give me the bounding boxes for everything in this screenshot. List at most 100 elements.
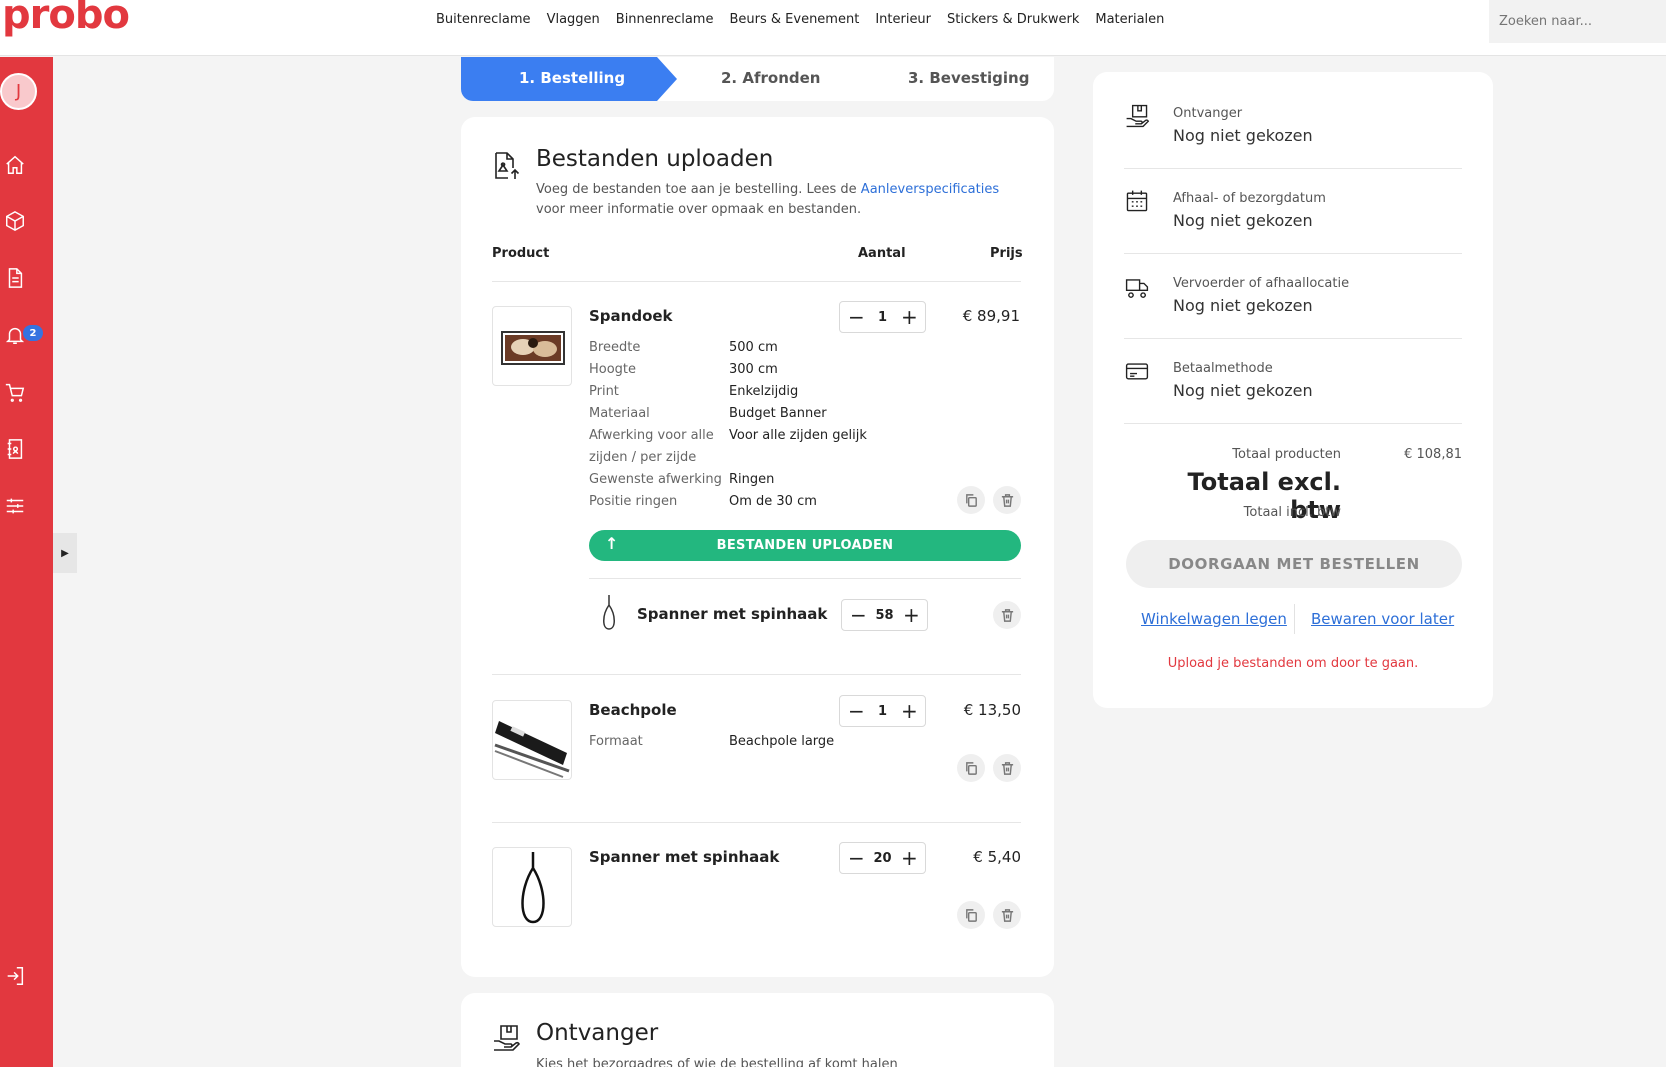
step-bestelling[interactable]: 1. Bestelling — [519, 69, 625, 87]
quantity-value[interactable]: 1 — [878, 310, 887, 325]
product-thumbnail-spanner[interactable] — [492, 847, 572, 927]
upload-desc-text: Voeg de bestanden toe aan je bestelling.… — [536, 182, 861, 197]
decrease-button[interactable]: − — [848, 701, 865, 721]
trash-icon — [1001, 908, 1013, 922]
upload-files-button[interactable]: ↑ BESTANDEN UPLOADEN — [589, 530, 1021, 561]
cart-icon[interactable] — [3, 380, 27, 404]
nav-item-materialen[interactable]: Materialen — [1095, 12, 1164, 27]
divider — [589, 578, 1021, 579]
spec-label: zijden / per zijde — [589, 450, 697, 465]
increase-button[interactable]: + — [901, 848, 918, 868]
search-input[interactable] — [1489, 0, 1666, 43]
divider — [492, 822, 1021, 823]
specifications-link[interactable]: Aanleverspecificaties — [861, 182, 999, 197]
product-price: € 13,50 — [963, 701, 1021, 719]
checkout-steps: 1. Bestelling 2. Afronden 3. Bevestiging — [461, 57, 1054, 101]
quantity-stepper: − 1 + — [839, 695, 926, 727]
spec-value: Budget Banner — [729, 406, 827, 421]
copy-icon — [965, 493, 977, 507]
spec-label: Formaat — [589, 734, 643, 749]
increase-button[interactable]: + — [901, 701, 918, 721]
upload-description: Voeg de bestanden toe aan je bestelling.… — [536, 180, 1016, 220]
nav-item-stickers-drukwerk[interactable]: Stickers & Drukwerk — [947, 12, 1079, 27]
nav-item-buitenreclame[interactable]: Buitenreclame — [436, 12, 531, 27]
delete-button[interactable] — [993, 486, 1021, 514]
divider — [1124, 423, 1462, 424]
delete-button[interactable] — [993, 601, 1021, 629]
caret-right-icon: ▶ — [61, 547, 69, 559]
duplicate-button[interactable] — [957, 754, 985, 782]
spec-value: Beachpole large — [729, 734, 835, 749]
divider — [1124, 338, 1462, 339]
summary-value-recipient[interactable]: Nog niet gekozen — [1173, 126, 1313, 145]
spec-value: 300 cm — [729, 362, 778, 377]
spec-label: Hoogte — [589, 362, 637, 377]
spec-label: Materiaal — [589, 406, 650, 421]
address-book-icon[interactable] — [3, 437, 27, 461]
nav-item-beurs-evenement[interactable]: Beurs & Evenement — [729, 12, 859, 27]
product-name: Spanner met spinhaak — [589, 848, 780, 866]
product-thumbnail-beachpole[interactable] — [492, 700, 572, 780]
delete-button[interactable] — [993, 754, 1021, 782]
divider — [492, 674, 1021, 675]
sliders-icon[interactable] — [3, 494, 27, 518]
nav-item-vlaggen[interactable]: Vlaggen — [547, 12, 600, 27]
summary-value-payment[interactable]: Nog niet gekozen — [1173, 381, 1313, 400]
spec-label: Print — [589, 384, 619, 399]
step-bevestiging[interactable]: 3. Bevestiging — [908, 69, 1029, 87]
decrease-button[interactable]: − — [848, 307, 865, 327]
summary-value-date[interactable]: Nog niet gekozen — [1173, 211, 1313, 230]
divider — [1124, 168, 1462, 169]
total-products-label: Totaal producten — [1232, 447, 1341, 462]
link-separator — [1294, 604, 1295, 634]
nav-item-binnenreclame[interactable]: Binnenreclame — [616, 12, 714, 27]
spec-value: Om de 30 cm — [729, 494, 817, 509]
quantity-stepper: − 20 + — [839, 842, 926, 874]
increase-button[interactable]: + — [903, 605, 920, 625]
upload-button-label: BESTANDEN UPLOADEN — [716, 538, 894, 553]
summary-label-carrier: Vervoerder of afhaallocatie — [1173, 276, 1350, 291]
accessory-name: Spanner met spinhaak — [637, 605, 828, 623]
quantity-value[interactable]: 1 — [878, 704, 887, 719]
duplicate-button[interactable] — [957, 486, 985, 514]
probo-logo[interactable]: probo — [2, 0, 130, 38]
copy-icon — [965, 761, 977, 775]
home-icon[interactable] — [3, 153, 27, 177]
continue-order-button[interactable]: DOORGAAN MET BESTELLEN — [1126, 540, 1462, 588]
nav-item-interieur[interactable]: Interieur — [875, 12, 931, 27]
spec-value: Ringen — [729, 472, 775, 487]
delete-button[interactable] — [993, 901, 1021, 929]
product-price: € 5,40 — [973, 848, 1021, 866]
quantity-value[interactable]: 58 — [875, 608, 893, 623]
decrease-button[interactable]: − — [850, 605, 867, 625]
save-later-link[interactable]: Bewaren voor later — [1311, 610, 1454, 628]
product-name: Beachpole — [589, 701, 677, 719]
decrease-button[interactable]: − — [848, 848, 865, 868]
sidebar-expand-toggle[interactable]: ▶ — [53, 533, 77, 573]
increase-button[interactable]: + — [901, 307, 918, 327]
trash-icon — [1001, 493, 1013, 507]
column-header-qty: Aantal — [858, 246, 906, 261]
product-thumbnail-spandoek[interactable] — [492, 306, 572, 386]
summary-value-carrier[interactable]: Nog niet gekozen — [1173, 296, 1313, 315]
summary-label-date: Afhaal- of bezorgdatum — [1173, 191, 1326, 206]
clear-cart-link[interactable]: Winkelwagen legen — [1141, 610, 1287, 628]
package-icon[interactable] — [3, 209, 27, 233]
duplicate-button[interactable] — [957, 901, 985, 929]
quantity-value[interactable]: 20 — [873, 851, 891, 866]
step-afronden[interactable]: 2. Afronden — [721, 69, 820, 87]
column-header-price: Prijs — [990, 246, 1023, 261]
top-bar: probo Buitenreclame Vlaggen Binnenreclam… — [0, 0, 1666, 56]
spec-label: Breedte — [589, 340, 641, 355]
file-upload-icon — [491, 151, 521, 181]
hook-tensioner-icon — [594, 593, 624, 633]
spec-value: 500 cm — [729, 340, 778, 355]
calendar-icon — [1124, 188, 1150, 214]
recipient-title: Ontvanger — [536, 1020, 659, 1046]
upload-title: Bestanden uploaden — [536, 146, 774, 172]
avatar[interactable]: J — [0, 73, 37, 110]
logout-icon[interactable] — [3, 964, 27, 988]
receiver-icon — [1124, 103, 1150, 129]
document-icon[interactable] — [3, 266, 27, 290]
truck-icon — [1124, 273, 1150, 299]
